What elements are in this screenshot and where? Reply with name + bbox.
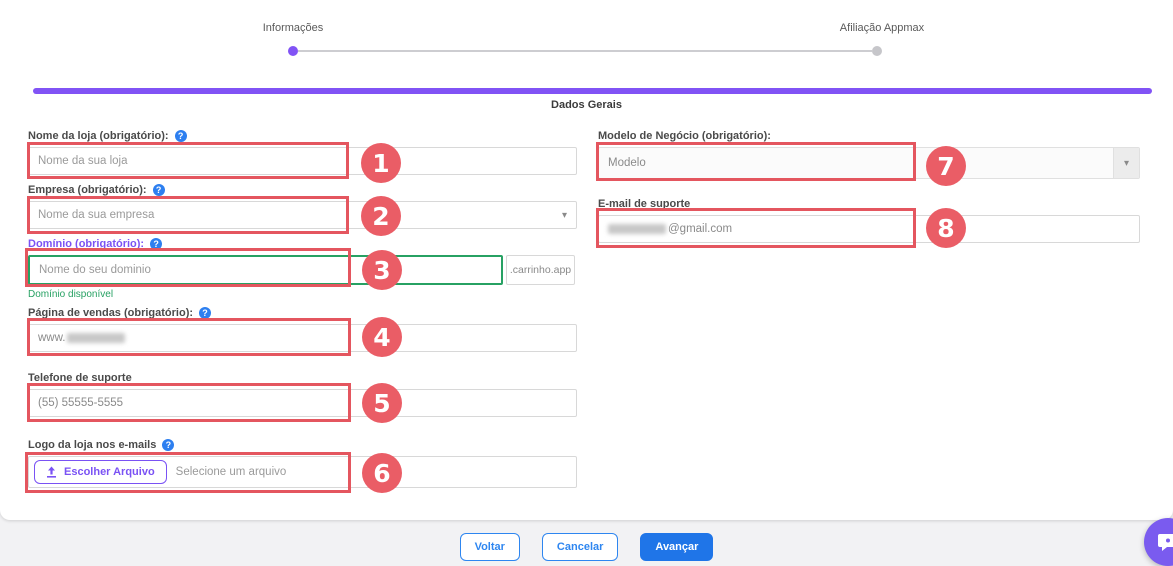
annotation-badge-1: 1	[361, 143, 401, 183]
annotation-box-8	[596, 208, 916, 248]
page: Informações Afiliação Appmax Dados Gerai…	[0, 0, 1173, 566]
chat-bubble-icon	[1158, 534, 1173, 551]
step-dot-inactive[interactable]	[872, 46, 882, 56]
store-name-label: Nome da loja (obrigatório):	[28, 130, 169, 142]
annotation-box-7	[596, 142, 916, 181]
annotation-badge-7: 7	[926, 146, 966, 186]
help-icon[interactable]: ?	[174, 130, 187, 142]
cancel-button[interactable]: Cancelar	[541, 533, 619, 561]
back-button[interactable]: Voltar	[459, 533, 520, 561]
annotation-box-5	[27, 383, 351, 422]
footer-actions: Voltar Cancelar Avançar	[0, 533, 1173, 561]
accent-progress-bar	[33, 88, 1152, 94]
section-title: Dados Gerais	[551, 99, 622, 111]
next-button[interactable]: Avançar	[640, 533, 714, 561]
annotation-badge-4: 4	[362, 317, 402, 357]
annotation-box-6	[25, 452, 351, 493]
help-icon[interactable]: ?	[152, 184, 165, 196]
help-icon[interactable]: ?	[162, 439, 175, 451]
step-connector-line	[298, 50, 872, 52]
annotation-box-1	[27, 142, 349, 179]
annotation-box-4	[27, 318, 351, 356]
annotation-box-3	[25, 248, 351, 287]
step-afiliacao-appmax[interactable]: Afiliação Appmax	[812, 22, 952, 34]
business-model-label: Modelo de Negócio (obrigatório):	[598, 130, 771, 142]
step-dot-active[interactable]	[288, 46, 298, 56]
annotation-box-2	[27, 196, 349, 234]
annotation-badge-6: 6	[362, 453, 402, 493]
annotation-badge-2: 2	[361, 196, 401, 236]
company-label: Empresa (obrigatório):	[28, 184, 147, 196]
annotation-badge-3: 3	[362, 250, 402, 290]
chevron-down-icon: ▾	[561, 209, 567, 221]
step-informacoes[interactable]: Informações	[223, 22, 363, 34]
annotation-badge-5: 5	[362, 383, 402, 423]
chevron-down-icon: ▾	[1123, 157, 1130, 169]
annotation-badge-8: 8	[926, 208, 966, 248]
domain-status: Domínio disponível	[28, 289, 114, 300]
store-logo-label: Logo da loja nos e-mails	[28, 439, 157, 451]
domain-suffix: .carrinho.app	[506, 255, 575, 285]
